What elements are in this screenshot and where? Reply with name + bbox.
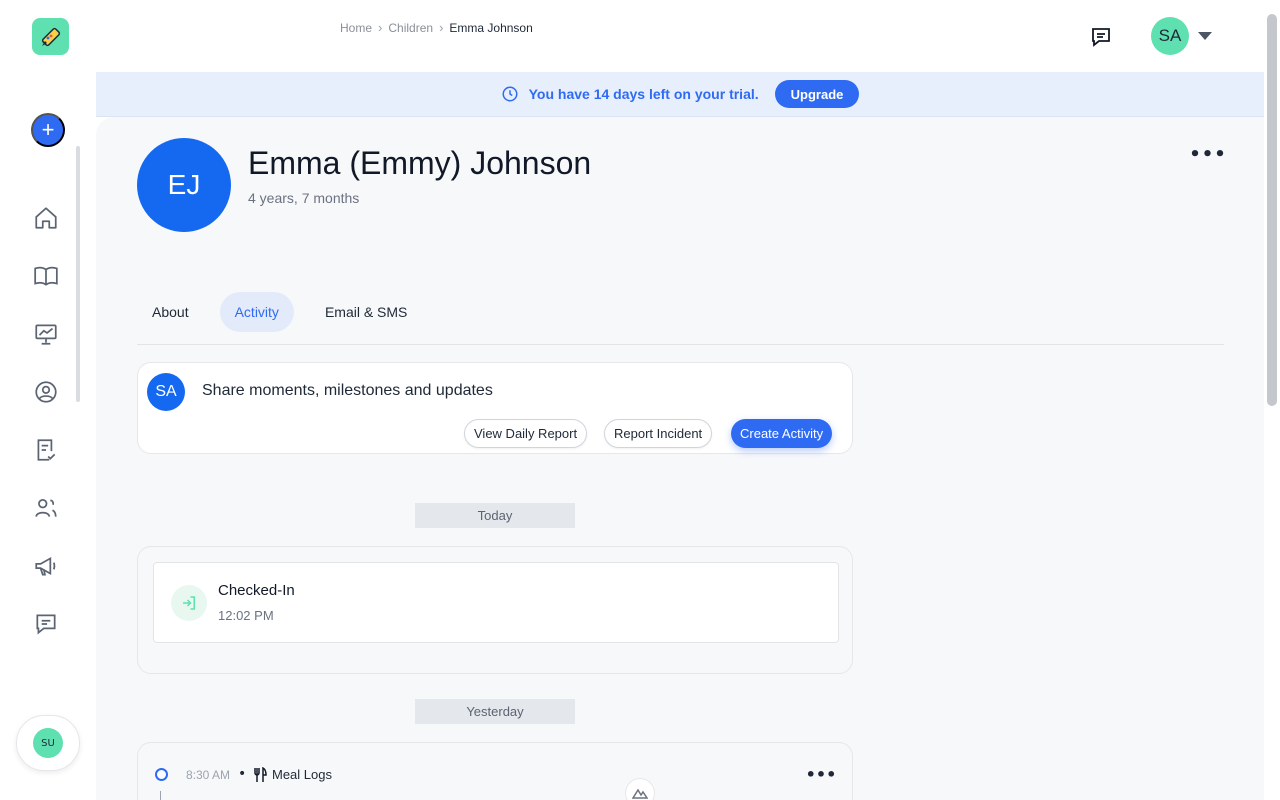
- activity-composer: SA Share moments, milestones and updates…: [137, 362, 853, 454]
- more-options-icon[interactable]: •••: [806, 763, 837, 785]
- home-icon: [35, 207, 57, 229]
- today-card: Checked-In 12:02 PM: [137, 546, 853, 674]
- meal-bullet: •: [238, 766, 247, 782]
- sidebar-item-profile[interactable]: [30, 376, 62, 408]
- checkin-icon-wrap: [171, 585, 207, 621]
- page-scrollbar[interactable]: [1267, 14, 1277, 406]
- bottom-user-menu[interactable]: SU: [16, 715, 80, 771]
- breadcrumb-home[interactable]: Home: [340, 21, 372, 35]
- utensils-icon: [254, 767, 267, 782]
- presentation-icon: [35, 324, 57, 345]
- users-icon: [35, 499, 57, 517]
- create-activity-button[interactable]: Create Activity: [731, 419, 833, 448]
- tab-activity[interactable]: Activity: [219, 292, 294, 332]
- login-icon: [183, 596, 195, 610]
- profile-age: 4 years, 7 months: [248, 190, 360, 206]
- checkin-entry[interactable]: Checked-In 12:02 PM: [153, 562, 839, 643]
- upgrade-button[interactable]: Upgrade: [774, 80, 860, 108]
- checkin-time: 12:02 PM: [218, 608, 274, 623]
- tabs-divider: [137, 344, 1224, 345]
- breadcrumb-children[interactable]: Children: [388, 21, 433, 35]
- plus-icon: +: [41, 117, 55, 142]
- mountain-icon: [632, 788, 648, 799]
- messages-button[interactable]: [1089, 25, 1113, 49]
- clock-icon: [502, 86, 518, 102]
- sidebar-item-checklist[interactable]: [30, 434, 62, 466]
- meal-title: Meal Logs: [272, 767, 332, 782]
- sidebar: + SU: [0, 0, 96, 800]
- day-label-today: Today: [415, 503, 575, 528]
- breadcrumb-current: Emma Johnson: [449, 20, 533, 35]
- meal-time: 8:30 AM: [186, 768, 231, 782]
- sidebar-item-learning[interactable]: [30, 260, 62, 292]
- user-circle-icon: [35, 381, 57, 403]
- sidebar-scrollbar[interactable]: [76, 146, 80, 402]
- day-label-yesterday: Yesterday: [415, 699, 575, 724]
- pencil-logo-icon: [41, 27, 60, 46]
- sidebar-item-home[interactable]: [30, 202, 62, 234]
- chevron-right-icon: ›: [439, 20, 444, 35]
- breadcrumb: Home › Children › Emma Johnson: [340, 20, 533, 35]
- app-logo[interactable]: [32, 18, 69, 55]
- caret-down-icon[interactable]: [1198, 32, 1212, 40]
- trial-text: You have 14 days left on your trial.: [528, 86, 759, 102]
- megaphone-icon: [35, 556, 56, 576]
- bottom-user-avatar: SU: [33, 728, 63, 758]
- report-incident-button[interactable]: Report Incident: [604, 419, 713, 448]
- chevron-right-icon: ›: [378, 20, 383, 35]
- more-options-icon[interactable]: •••: [1189, 142, 1226, 166]
- trial-banner: You have 14 days left on your trial. Upg…: [96, 72, 1264, 117]
- profile-name: Emma (Emmy) Johnson: [248, 145, 592, 181]
- floating-widget[interactable]: [625, 778, 655, 800]
- sidebar-item-messages[interactable]: [30, 608, 62, 640]
- sidebar-item-people[interactable]: [30, 492, 62, 524]
- user-avatar[interactable]: SA: [1151, 17, 1189, 55]
- composer-input[interactable]: Share moments, milestones and updates: [202, 382, 493, 400]
- timeline-dot: [155, 768, 168, 781]
- tab-email-sms[interactable]: Email & SMS: [310, 292, 422, 332]
- checklist-icon: [37, 439, 56, 461]
- main-panel: [96, 117, 1264, 800]
- sidebar-item-announcements[interactable]: [30, 550, 62, 582]
- timeline-line: [160, 791, 161, 800]
- view-daily-report-button[interactable]: View Daily Report: [464, 419, 588, 448]
- profile-tabs: About Activity Email & SMS: [137, 292, 422, 332]
- profile-avatar: EJ: [137, 138, 231, 232]
- add-button[interactable]: +: [31, 113, 65, 147]
- tab-about[interactable]: About: [137, 292, 204, 332]
- meal-log-card[interactable]: 8:30 AM • Meal Logs •••: [137, 742, 853, 800]
- composer-avatar: SA: [147, 373, 185, 411]
- chat-icon: [1092, 28, 1110, 47]
- sidebar-item-reports[interactable]: [30, 318, 62, 350]
- book-icon: [34, 266, 58, 286]
- message-icon: [36, 614, 56, 635]
- checkin-title: Checked-In: [218, 582, 295, 599]
